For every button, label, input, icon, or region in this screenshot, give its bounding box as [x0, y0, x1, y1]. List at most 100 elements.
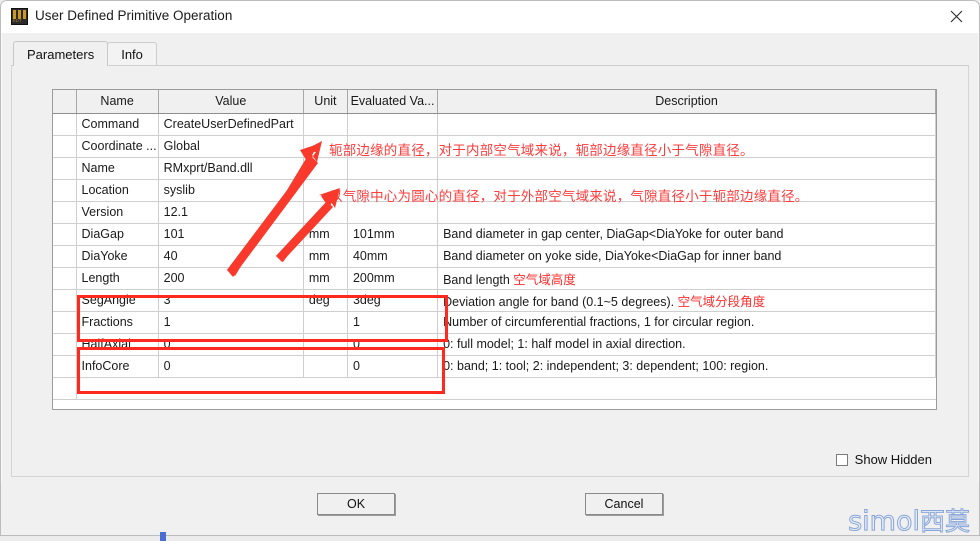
cell-description[interactable] — [437, 157, 936, 180]
cell-name[interactable]: Version — [76, 201, 159, 224]
row-selector[interactable] — [53, 157, 77, 180]
cell-name[interactable]: Coordinate ... — [76, 135, 159, 158]
cell-evaluated[interactable]: 40mm — [347, 245, 439, 268]
cell-name[interactable]: Name — [76, 157, 159, 180]
row-selector[interactable] — [53, 311, 77, 334]
cell-empty[interactable] — [437, 377, 936, 400]
dialog-footer: OK Cancel — [1, 483, 979, 535]
description-text: 0: full model; 1: half model in axial di… — [443, 337, 686, 351]
description-annotation: 空气域分段角度 — [677, 294, 766, 309]
row-selector[interactable] — [53, 355, 77, 378]
cell-value[interactable]: 3 — [158, 289, 304, 312]
table-row[interactable]: DiaYoke 40 mm 40mm Band diameter on yoke sid… — [53, 245, 936, 268]
cancel-button-label: Cancel — [604, 497, 644, 511]
table-row[interactable]: Name RMxprt/Band.dll — [53, 157, 936, 180]
cell-name[interactable]: InfoCore — [76, 355, 159, 378]
table-row[interactable]: Command CreateUserDefinedPart — [53, 113, 936, 136]
cell-unit[interactable] — [303, 157, 348, 180]
column-header-unit[interactable]: Unit — [303, 90, 348, 114]
column-header-name[interactable]: Name — [76, 90, 159, 114]
row-selector[interactable] — [53, 377, 77, 400]
close-icon[interactable] — [933, 1, 979, 31]
cell-name[interactable]: DiaGap — [76, 223, 159, 246]
column-header-description[interactable]: Description — [437, 90, 936, 114]
cell-evaluated[interactable] — [347, 157, 439, 180]
row-selector[interactable] — [53, 135, 77, 158]
cell-value[interactable]: 1 — [158, 311, 304, 334]
column-header-select[interactable] — [53, 90, 77, 114]
cell-unit[interactable] — [303, 333, 348, 356]
cell-description[interactable]: Deviation angle for band (0.1~5 degrees)… — [437, 289, 936, 312]
cell-description[interactable]: Number of circumferential fractions, 1 f… — [437, 311, 936, 334]
cell-description[interactable]: Band diameter in gap center, DiaGap<DiaY… — [437, 223, 936, 246]
table-row[interactable]: DiaGap 101 mm 101mm Band diameter in gap cen… — [53, 223, 936, 246]
cell-value[interactable]: 0 — [158, 355, 304, 378]
cell-name[interactable]: Fractions — [76, 311, 159, 334]
table-row[interactable]: InfoCore 0 0 0: band; 1: tool; 2: independe… — [53, 355, 936, 378]
cell-unit[interactable]: mm — [303, 267, 348, 290]
show-hidden-option[interactable]: Show Hidden — [835, 452, 932, 467]
cell-empty[interactable] — [76, 377, 159, 400]
cell-name[interactable]: Length — [76, 267, 159, 290]
cell-name[interactable]: HalfAxial — [76, 333, 159, 356]
cell-description[interactable]: Band diameter on yoke side, DiaYoke<DiaG… — [437, 245, 936, 268]
cell-value[interactable]: 200 — [158, 267, 304, 290]
cell-unit[interactable]: mm — [303, 245, 348, 268]
ok-button[interactable]: OK — [317, 493, 395, 515]
table-row[interactable]: HalfAxial 0 0 0: full model; 1: half model … — [53, 333, 936, 356]
cell-value[interactable]: 40 — [158, 245, 304, 268]
parameters-grid[interactable]: Name Value Unit Evaluated Va... Descript… — [52, 89, 937, 410]
row-selector[interactable] — [53, 201, 77, 224]
tab-info[interactable]: Info — [107, 42, 157, 66]
cell-value[interactable]: 101 — [158, 223, 304, 246]
show-hidden-checkbox[interactable] — [835, 453, 848, 466]
cell-description[interactable] — [437, 113, 936, 136]
cell-evaluated[interactable]: 1 — [347, 311, 439, 334]
window-title: User Defined Primitive Operation — [35, 8, 233, 23]
row-selector[interactable] — [53, 289, 77, 312]
cell-value[interactable]: 0 — [158, 333, 304, 356]
column-header-evaluated[interactable]: Evaluated Va... — [347, 90, 439, 114]
row-selector[interactable] — [53, 333, 77, 356]
tab-info-label: Info — [121, 47, 143, 62]
cell-name[interactable]: DiaYoke — [76, 245, 159, 268]
cell-evaluated[interactable]: 101mm — [347, 223, 439, 246]
cell-name[interactable]: Location — [76, 179, 159, 202]
table-row[interactable]: Length 200 mm 200mm Band length 空气域高度 — [53, 267, 936, 290]
cancel-button[interactable]: Cancel — [585, 493, 663, 515]
column-header-value[interactable]: Value — [158, 90, 304, 114]
cell-evaluated[interactable]: 0 — [347, 333, 439, 356]
cell-description[interactable]: 0: band; 1: tool; 2: independent; 3: dep… — [437, 355, 936, 378]
cell-empty[interactable] — [158, 377, 304, 400]
cell-unit[interactable]: mm — [303, 223, 348, 246]
cell-value[interactable]: RMxprt/Band.dll — [158, 157, 304, 180]
cell-unit[interactable] — [303, 113, 348, 136]
row-selector[interactable] — [53, 267, 77, 290]
cell-name[interactable]: Command — [76, 113, 159, 136]
cell-value[interactable]: syslib — [158, 179, 304, 202]
cell-description[interactable]: Band length 空气域高度 — [437, 267, 936, 290]
cell-unit[interactable]: deg — [303, 289, 348, 312]
cell-unit[interactable] — [303, 355, 348, 378]
table-row[interactable]: Fractions 1 1 Number of circumferential fra… — [53, 311, 936, 334]
cell-value[interactable]: 12.1 — [158, 201, 304, 224]
cell-evaluated[interactable] — [347, 113, 439, 136]
row-selector[interactable] — [53, 223, 77, 246]
cell-unit[interactable] — [303, 311, 348, 334]
cell-value[interactable]: CreateUserDefinedPart — [158, 113, 304, 136]
cell-value[interactable]: Global — [158, 135, 304, 158]
tab-parameters[interactable]: Parameters — [13, 41, 109, 66]
cell-empty[interactable] — [347, 377, 438, 400]
cell-evaluated[interactable]: 3deg — [347, 289, 439, 312]
cell-name[interactable]: SegAngle — [76, 289, 159, 312]
cell-evaluated[interactable]: 200mm — [347, 267, 439, 290]
row-selector[interactable] — [53, 245, 77, 268]
row-selector[interactable] — [53, 179, 77, 202]
cell-description[interactable]: 0: full model; 1: half model in axial di… — [437, 333, 936, 356]
cell-empty[interactable] — [303, 377, 348, 400]
table-row[interactable]: SegAngle 3 deg 3deg Deviation angle for band… — [53, 289, 936, 312]
row-selector[interactable] — [53, 113, 77, 136]
table-row-empty[interactable] — [53, 377, 936, 400]
description-text: Deviation angle for band (0.1~5 degrees)… — [443, 294, 678, 309]
cell-evaluated[interactable]: 0 — [347, 355, 439, 378]
